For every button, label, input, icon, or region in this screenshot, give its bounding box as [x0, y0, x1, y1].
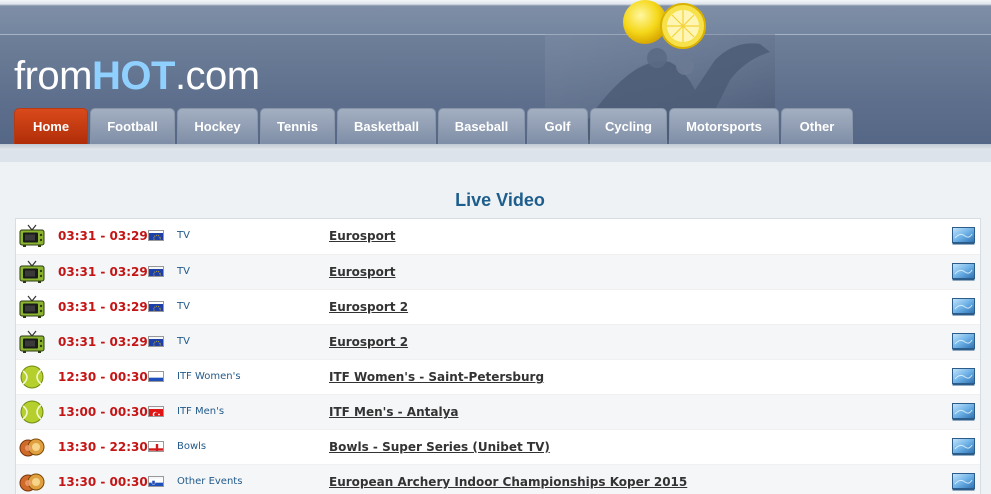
event-link[interactable]: ITF Women's - Saint-Petersburg	[329, 370, 544, 384]
site-logo[interactable]: fromHOT.com	[14, 54, 260, 98]
event-category: TV	[177, 336, 190, 347]
event-time: 13:30 - 00:30	[58, 475, 148, 489]
table-row: 12:30 - 00:30 ITF Women's ITF Women's - Sa…	[16, 359, 980, 394]
event-link[interactable]: Eurosport 2	[329, 300, 408, 314]
watch-stream-icon[interactable]	[952, 227, 975, 245]
bowls-icon	[19, 470, 45, 494]
event-category: TV	[177, 266, 190, 277]
watch-stream-icon[interactable]	[952, 403, 975, 421]
tab-tennis[interactable]: Tennis	[260, 108, 335, 144]
table-row: 03:31 - 03:29 TV Eurosport 2	[16, 289, 980, 324]
table-row: 03:31 - 03:29 TV Eurosport	[16, 219, 980, 254]
tennis-ball-icon	[19, 400, 45, 424]
tv-icon	[19, 295, 45, 319]
tab-baseball[interactable]: Baseball	[438, 108, 525, 144]
watch-stream-icon[interactable]	[952, 368, 975, 386]
site-header: fromHOT.com Home Football Hockey Tennis Bask…	[0, 0, 991, 150]
main-nav: Home Football Hockey Tennis Basketball Baseba…	[14, 108, 855, 144]
tab-basketball[interactable]: Basketball	[337, 108, 436, 144]
event-time: 13:30 - 22:30	[58, 440, 148, 454]
event-category: TV	[177, 301, 190, 312]
watch-stream-icon[interactable]	[952, 473, 975, 491]
logo-from: from	[14, 54, 93, 98]
tab-golf[interactable]: Golf	[527, 108, 588, 144]
en-flag-icon	[148, 441, 164, 452]
si-flag-icon	[148, 476, 164, 487]
event-link[interactable]: European Archery Indoor Championships Ko…	[329, 475, 687, 489]
event-time: 03:31 - 03:29	[58, 300, 148, 314]
tab-motorsports[interactable]: Motorsports	[669, 108, 779, 144]
tv-icon	[19, 224, 45, 248]
eu-flag-icon	[148, 336, 164, 347]
event-time: 12:30 - 00:30	[58, 370, 148, 384]
watch-stream-icon[interactable]	[952, 298, 975, 316]
table-row: 13:30 - 22:30 Bowls Bowls - Super Series (…	[16, 429, 980, 464]
table-row: 13:30 - 00:30 Other Events European Archer…	[16, 464, 980, 494]
event-link[interactable]: Eurosport	[329, 265, 396, 279]
table-row: 03:31 - 03:29 TV Eurosport 2	[16, 324, 980, 359]
tab-other[interactable]: Other	[781, 108, 853, 144]
event-time: 03:31 - 03:29	[58, 265, 148, 279]
event-link[interactable]: Eurosport	[329, 229, 396, 243]
table-row: 13:00 - 00:30 ITF Men's ITF Men's - Antaly…	[16, 394, 980, 429]
live-video-table: 03:31 - 03:29 TV Eurosport 03:31 - 03:29 TV E…	[15, 218, 981, 494]
event-category: Other Events	[177, 476, 243, 487]
tab-home[interactable]: Home	[14, 108, 88, 144]
eu-flag-icon	[148, 230, 164, 241]
event-time: 13:00 - 00:30	[58, 405, 148, 419]
event-time: 03:31 - 03:29	[58, 229, 148, 243]
event-category: TV	[177, 230, 190, 241]
tv-icon	[19, 260, 45, 284]
eu-flag-icon	[148, 301, 164, 312]
logo-hot: HOT	[92, 54, 175, 98]
header-topbar	[0, 0, 991, 34]
table-row: 03:31 - 03:29 TV Eurosport	[16, 254, 980, 289]
event-link[interactable]: Bowls - Super Series (Unibet TV)	[329, 440, 550, 454]
watch-stream-icon[interactable]	[952, 263, 975, 281]
logo-dotcom: .com	[174, 54, 260, 98]
tab-cycling[interactable]: Cycling	[590, 108, 667, 144]
tennis-ball-icon	[19, 365, 45, 389]
bowls-icon	[19, 435, 45, 459]
tv-icon	[19, 330, 45, 354]
tr-flag-icon	[148, 406, 164, 417]
tab-football[interactable]: Football	[90, 108, 175, 144]
watch-stream-icon[interactable]	[952, 333, 975, 351]
event-link[interactable]: ITF Men's - Antalya	[329, 405, 459, 419]
event-link[interactable]: Eurosport 2	[329, 335, 408, 349]
event-category: Bowls	[177, 441, 207, 452]
event-time: 03:31 - 03:29	[58, 335, 148, 349]
event-category: ITF Men's	[177, 406, 225, 417]
watch-stream-icon[interactable]	[952, 438, 975, 456]
tab-hockey[interactable]: Hockey	[177, 108, 258, 144]
header-bottom-strip	[0, 150, 991, 162]
eu-flag-icon	[148, 266, 164, 277]
section-title: Live Video	[455, 190, 545, 210]
event-category: ITF Women's	[177, 371, 241, 382]
header-divider	[0, 34, 991, 35]
ru-flag-icon	[148, 371, 164, 382]
